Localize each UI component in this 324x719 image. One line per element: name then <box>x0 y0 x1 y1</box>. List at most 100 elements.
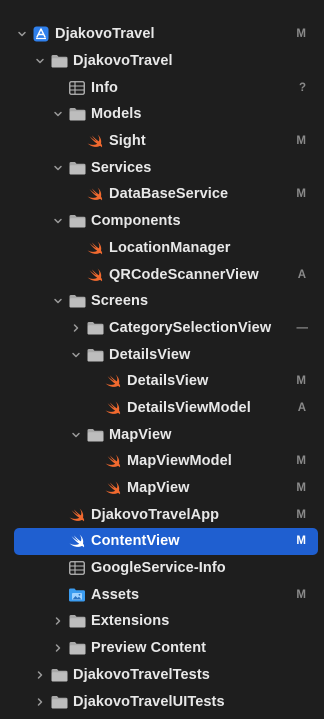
tree-item-label: DataBaseService <box>109 186 229 203</box>
chevron-down-icon[interactable] <box>52 108 64 120</box>
tree-item-group[interactable]: Models <box>0 101 324 128</box>
tree-item-file[interactable]: DataBaseService M <box>0 181 324 208</box>
tree-item-group[interactable]: DjakovoTravelUITests <box>0 688 324 715</box>
folder-icon <box>68 613 86 629</box>
folder-icon <box>68 106 86 122</box>
tree-item-label: DjakovoTravelUITests <box>73 693 225 710</box>
chevron-down-icon[interactable] <box>70 349 82 361</box>
tree-item-file[interactable]: MapView M <box>0 475 324 502</box>
source-control-status: A <box>297 401 306 414</box>
tree-item-file[interactable]: QRCodeScannerView A <box>0 261 324 288</box>
tree-item-group[interactable]: CategorySelectionView — <box>0 315 324 342</box>
tree-item-label: ContentView <box>91 533 180 550</box>
tree-item-file[interactable]: DetailsView M <box>0 368 324 395</box>
plist-icon <box>68 560 86 576</box>
tree-item-project[interactable]: DjakovoTravel M <box>0 21 324 48</box>
swift-file-icon <box>68 533 86 549</box>
tree-item-group[interactable]: DjakovoTravelTests <box>0 662 324 689</box>
tree-item-label: LocationManager <box>109 239 231 256</box>
tree-item-label: DetailsView <box>109 346 191 363</box>
source-control-status: M <box>296 375 306 388</box>
tree-item-file[interactable]: Sight M <box>0 128 324 155</box>
tree-item-label: DetailsViewModel <box>127 399 251 416</box>
folder-icon <box>68 640 86 656</box>
tree-item-label: Info <box>91 79 118 96</box>
chevron-down-icon[interactable] <box>16 28 28 40</box>
tree-item-file-selected[interactable]: ContentView M <box>14 528 318 555</box>
chevron-right-icon[interactable] <box>52 642 64 654</box>
tree-item-label: Screens <box>91 293 149 310</box>
xcode-project-icon <box>32 26 50 42</box>
chevron-down-icon[interactable] <box>52 162 64 174</box>
swift-file-icon <box>86 186 104 202</box>
swift-file-icon <box>104 400 122 416</box>
asset-catalog-icon <box>68 587 86 603</box>
tree-item-file[interactable]: DjakovoTravelApp M <box>0 501 324 528</box>
tree-item-label: DjakovoTravelApp <box>91 506 220 523</box>
tree-item-label: GoogleService-Info <box>91 560 226 577</box>
folder-icon <box>50 667 68 683</box>
chevron-right-icon[interactable] <box>52 615 64 627</box>
tree-item-label: QRCodeScannerView <box>109 266 259 283</box>
source-control-status: M <box>296 135 306 148</box>
source-control-status: A <box>297 268 306 281</box>
folder-icon <box>68 293 86 309</box>
folder-icon <box>86 320 104 336</box>
swift-file-icon <box>86 267 104 283</box>
tree-item-group[interactable]: DetailsView <box>0 341 324 368</box>
chevron-right-icon[interactable] <box>70 322 82 334</box>
tree-item-label: DjakovoTravel <box>73 53 173 70</box>
source-control-status: ? <box>298 81 306 94</box>
source-control-status: M <box>296 188 306 201</box>
tree-item-group[interactable]: MapView <box>0 421 324 448</box>
folder-icon <box>68 160 86 176</box>
source-control-status: M <box>296 455 306 468</box>
tree-item-group[interactable]: Preview Content <box>0 635 324 662</box>
folder-icon <box>86 347 104 363</box>
project-navigator: DjakovoTravel M DjakovoTravel Info ? Mod… <box>0 0 324 719</box>
tree-item-label: Assets <box>91 586 140 603</box>
tree-item-group[interactable]: Services <box>0 154 324 181</box>
tree-item-label: MapViewModel <box>127 453 232 470</box>
file-tree: DjakovoTravel M DjakovoTravel Info ? Mod… <box>0 21 324 715</box>
source-control-status: M <box>296 28 306 41</box>
swift-file-icon <box>86 240 104 256</box>
tree-item-label: MapView <box>127 480 190 497</box>
chevron-right-icon[interactable] <box>34 696 46 708</box>
source-control-status: — <box>296 321 309 334</box>
swift-file-icon <box>68 507 86 523</box>
source-control-status: M <box>296 588 306 601</box>
tree-item-label: Models <box>91 106 142 123</box>
source-control-status: M <box>296 508 306 521</box>
folder-icon <box>50 694 68 710</box>
folder-icon <box>50 53 68 69</box>
chevron-down-icon[interactable] <box>52 215 64 227</box>
tree-item-file[interactable]: Assets M <box>0 581 324 608</box>
chevron-down-icon[interactable] <box>34 55 46 67</box>
source-control-status: M <box>296 482 306 495</box>
tree-item-label: CategorySelectionView <box>109 319 272 336</box>
tree-item-label: Preview Content <box>91 640 207 657</box>
tree-item-label: Sight <box>109 133 146 150</box>
tree-item-label: Components <box>91 213 181 230</box>
tree-item-label: MapView <box>109 426 172 443</box>
tree-item-label: DjakovoTravelTests <box>73 666 210 683</box>
chevron-down-icon[interactable] <box>52 295 64 307</box>
tree-item-label: Extensions <box>91 613 170 630</box>
source-control-status: M <box>296 535 306 548</box>
tree-item-group[interactable]: Screens <box>0 288 324 315</box>
swift-file-icon <box>104 373 122 389</box>
tree-item-group[interactable]: Extensions <box>0 608 324 635</box>
tree-item-file[interactable]: DetailsViewModel A <box>0 395 324 422</box>
chevron-right-icon[interactable] <box>34 669 46 681</box>
chevron-down-icon[interactable] <box>70 429 82 441</box>
tree-item-group[interactable]: DjakovoTravel <box>0 48 324 75</box>
tree-item-group[interactable]: Components <box>0 208 324 235</box>
folder-icon <box>68 213 86 229</box>
tree-item-file[interactable]: GoogleService-Info <box>0 555 324 582</box>
tree-item-label: DjakovoTravel <box>55 26 155 43</box>
tree-item-file[interactable]: LocationManager <box>0 235 324 262</box>
tree-item-label: DetailsView <box>127 373 209 390</box>
tree-item-file[interactable]: Info ? <box>0 74 324 101</box>
tree-item-file[interactable]: MapViewModel M <box>0 448 324 475</box>
